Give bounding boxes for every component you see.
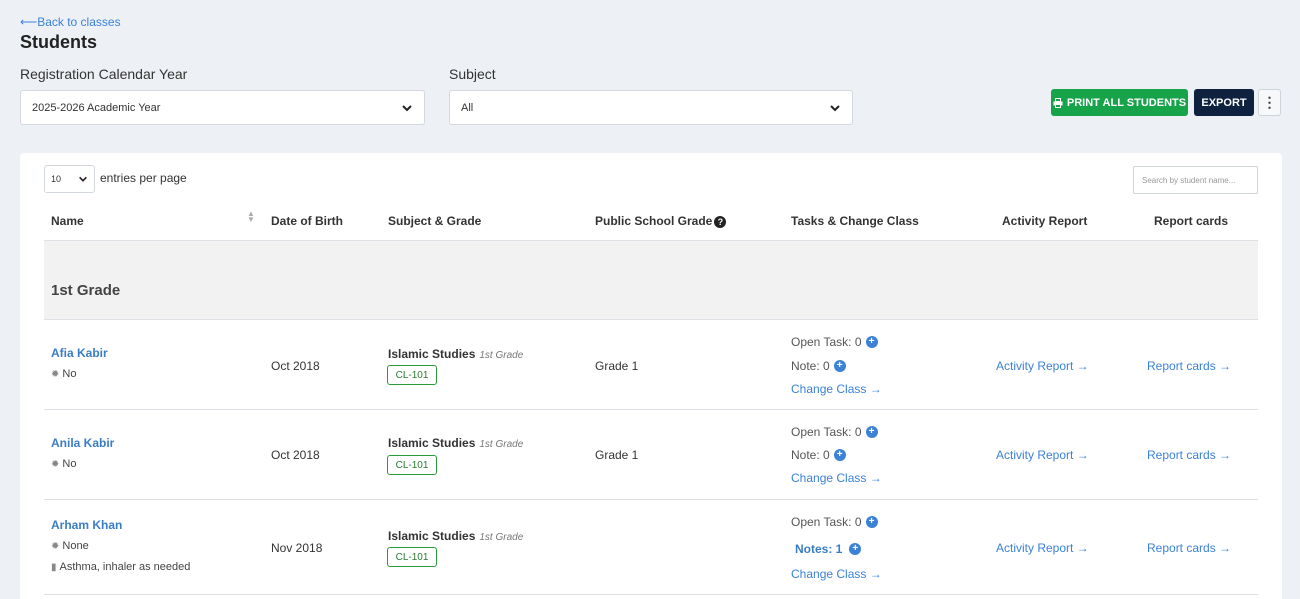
change-class-link[interactable]: Change Class → (791, 471, 882, 485)
export-button[interactable]: EXPORT (1194, 89, 1254, 116)
column-header-subject: Subject & Grade (388, 214, 482, 228)
gear-icon: ✹ (51, 541, 60, 552)
divider (44, 594, 1258, 595)
export-label: EXPORT (1201, 96, 1247, 109)
subject-name: Islamic Studies (388, 529, 476, 543)
date-of-birth: Oct 2018 (271, 448, 320, 462)
divider (44, 499, 1258, 500)
notes-link[interactable]: Notes: 1 + (795, 542, 862, 556)
class-code-badge: CL-101 (387, 547, 437, 567)
student-name-link[interactable]: Arham Khan (51, 518, 122, 532)
open-task-text: Open Task: 0 (791, 335, 862, 349)
gear-icon: ✹ (51, 369, 60, 380)
column-header-dob: Date of Birth (271, 214, 343, 228)
medical-status: ✹ None (51, 540, 89, 552)
medical-status: ✹ No (51, 368, 76, 380)
gear-icon: ✹ (51, 459, 60, 470)
medical-status-text: No (62, 368, 77, 380)
column-header-name[interactable]: Name (51, 214, 84, 228)
sort-icon[interactable]: ▲ ▼ (247, 210, 255, 224)
add-task-icon[interactable]: + (865, 336, 878, 348)
open-task: Open Task: 0 + (791, 335, 878, 349)
report-cards-link[interactable]: Report cards → (1147, 448, 1231, 462)
class-code-badge: CL-101 (387, 455, 437, 475)
student-name-link[interactable]: Afia Kabir (51, 346, 108, 360)
arrow-left-icon: ⟵ (20, 15, 38, 29)
subject-grade: Islamic Studies 1st Grade (388, 529, 523, 543)
note: Note: 0 + (791, 359, 846, 373)
activity-report-link[interactable]: Activity Report → (996, 541, 1089, 555)
medical-status: ✹ No (51, 458, 76, 470)
add-task-icon[interactable]: + (865, 516, 878, 528)
note-text: Note: 0 (791, 359, 830, 373)
open-task: Open Task: 0 + (791, 515, 878, 529)
public-school-grade: Grade 1 (595, 359, 639, 373)
subject-filter-label: Subject (449, 66, 496, 82)
activity-report-link[interactable]: Activity Report → (996, 359, 1089, 373)
subject-name: Islamic Studies (388, 347, 476, 361)
report-cards-link[interactable]: Report cards → (1147, 541, 1231, 555)
open-task-text: Open Task: 0 (791, 515, 862, 529)
group-label: 1st Grade (51, 282, 121, 299)
help-icon[interactable]: ? (714, 216, 727, 228)
report-cards-link[interactable]: Report cards → (1147, 359, 1231, 373)
print-all-students-button[interactable]: PRINT ALL STUDENTS (1051, 89, 1188, 116)
back-to-classes-link[interactable]: ⟵Back to classes (20, 15, 121, 29)
open-task-text: Open Task: 0 (791, 425, 862, 439)
back-label: Back to classes (37, 15, 121, 29)
entries-value: 10 (51, 174, 62, 184)
group-row (44, 241, 1258, 319)
subject-grade: Islamic Studies 1st Grade (388, 347, 523, 361)
more-vertical-icon: ⋮ (1262, 94, 1277, 110)
note-text: Note: 0 (791, 448, 830, 462)
add-note-icon[interactable]: + (833, 360, 846, 372)
page-title: Students (20, 32, 98, 52)
year-select-value: 2025-2026 Academic Year (32, 101, 161, 114)
allergy-text: Asthma, inhaler as needed (59, 561, 191, 573)
grade-tag: 1st Grade (479, 532, 524, 543)
medical-status-text: No (62, 458, 77, 470)
grade-tag: 1st Grade (479, 439, 524, 450)
column-header-tasks: Tasks & Change Class (791, 214, 919, 228)
chevron-down-icon (830, 104, 840, 111)
year-select[interactable]: 2025-2026 Academic Year (20, 90, 425, 125)
print-label: PRINT ALL STUDENTS (1066, 96, 1187, 109)
notes-text: Notes: 1 (795, 542, 843, 556)
subject-select[interactable]: All (449, 90, 853, 125)
more-options-button[interactable]: ⋮ (1258, 89, 1281, 116)
add-task-icon[interactable]: + (865, 426, 878, 438)
student-name-link[interactable]: Anila Kabir (51, 436, 114, 450)
activity-report-link[interactable]: Activity Report → (996, 448, 1089, 462)
divider (44, 319, 1258, 320)
student-search-input[interactable]: Search by student name... (1133, 166, 1258, 194)
date-of-birth: Oct 2018 (271, 359, 320, 373)
medicine-icon: ▮ (51, 562, 57, 573)
chevron-down-icon (79, 176, 87, 182)
entries-per-page-select[interactable]: 10 (44, 165, 95, 193)
change-class-link[interactable]: Change Class → (791, 382, 882, 396)
entries-per-page-label: entries per page (100, 171, 187, 185)
class-code-badge: CL-101 (387, 365, 437, 385)
note: Note: 0 + (791, 448, 846, 462)
public-school-grade: Grade 1 (595, 448, 639, 462)
chevron-down-icon (402, 104, 412, 111)
subject-name: Islamic Studies (388, 436, 476, 450)
public-grade-label: Public School Grade (595, 214, 713, 228)
subject-grade: Islamic Studies 1st Grade (388, 436, 523, 450)
medical-status-text: None (62, 540, 89, 552)
open-task: Open Task: 0 + (791, 425, 878, 439)
column-header-public-grade: Public School Grade? (595, 214, 727, 228)
date-of-birth: Nov 2018 (271, 541, 323, 555)
subject-select-value: All (461, 101, 474, 114)
add-note-icon[interactable]: + (833, 449, 846, 461)
allergy-note: ▮ Asthma, inhaler as needed (51, 561, 190, 573)
grade-tag: 1st Grade (479, 350, 524, 361)
change-class-link[interactable]: Change Class → (791, 567, 882, 581)
divider (44, 409, 1258, 410)
column-header-report: Report cards (1154, 214, 1229, 228)
year-filter-label: Registration Calendar Year (20, 66, 188, 82)
printer-icon (1053, 97, 1063, 108)
add-note-icon[interactable]: + (849, 543, 862, 555)
column-header-activity: Activity Report (1002, 214, 1088, 228)
